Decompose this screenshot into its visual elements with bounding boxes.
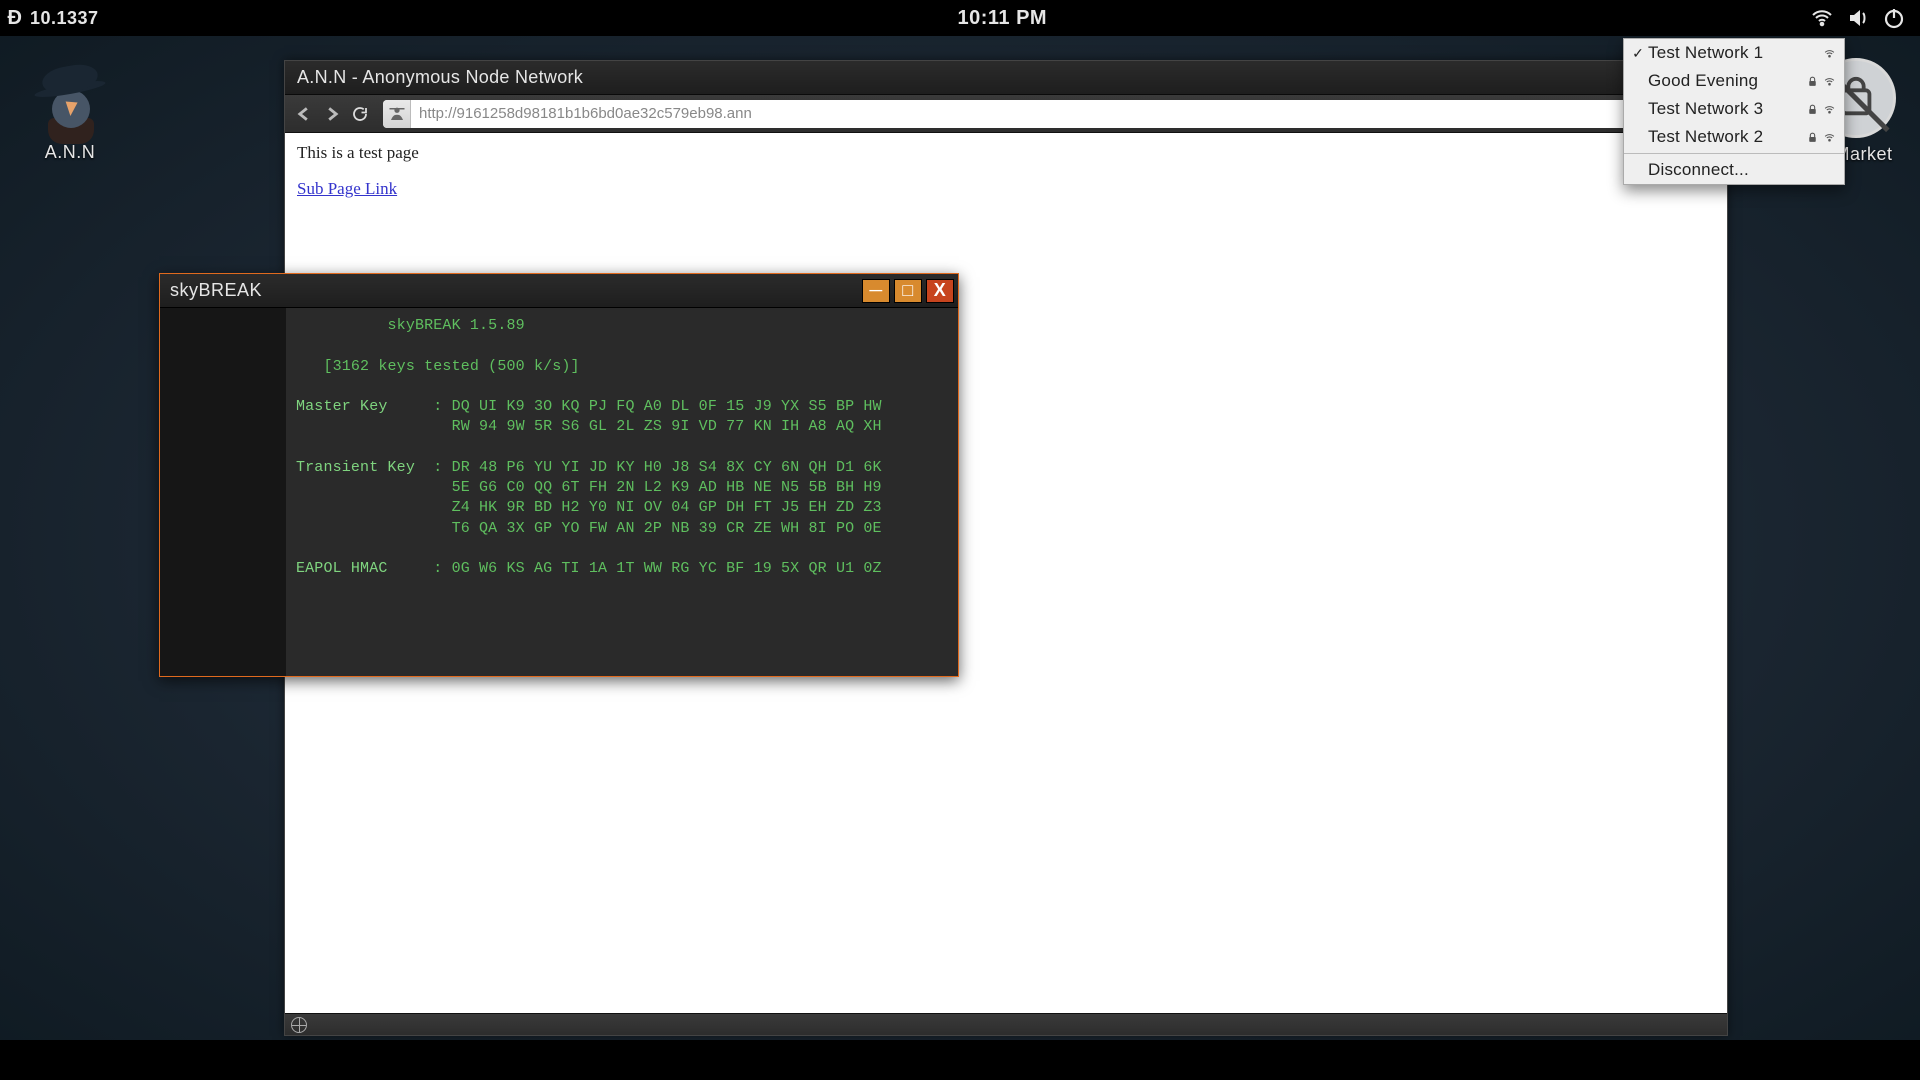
menu-separator — [1624, 153, 1844, 154]
currency-icon: Đ — [0, 7, 30, 30]
check-icon: ✓ — [1630, 45, 1646, 62]
wifi-icon[interactable] — [1810, 6, 1834, 30]
browser-titlebar[interactable]: A.N.N - Anonymous Node Network — [285, 61, 1727, 95]
close-button[interactable]: X — [926, 279, 954, 303]
terminal-gutter — [160, 308, 286, 676]
terminal-titlebar[interactable]: skyBREAK ─ □ X — [160, 274, 958, 308]
wifi-item-2[interactable]: Test Network 3 — [1624, 95, 1844, 123]
wifi-item-1[interactable]: Good Evening — [1624, 67, 1844, 95]
lock-icon — [1806, 131, 1819, 144]
browser-title: A.N.N - Anonymous Node Network — [297, 67, 583, 88]
wifi-item-3[interactable]: Test Network 2 — [1624, 123, 1844, 151]
wifi-dropdown: ✓ Test Network 1 Good Evening Test Netwo… — [1623, 38, 1845, 185]
clock: 10:11 PM — [957, 7, 1047, 30]
wifi-name: Test Network 2 — [1646, 127, 1806, 147]
wifi-name: Test Network 3 — [1646, 99, 1806, 119]
address-bar — [383, 100, 1719, 128]
wifi-item-0[interactable]: ✓ Test Network 1 — [1624, 39, 1844, 67]
signal-icon — [1823, 47, 1836, 60]
lock-icon — [1806, 75, 1819, 88]
wifi-disconnect-label: Disconnect... — [1646, 160, 1836, 180]
signal-icon — [1823, 103, 1836, 116]
volume-icon[interactable] — [1846, 6, 1870, 30]
master-key-label: Master Key — [296, 398, 388, 415]
desktop-icon-ann[interactable]: A.N.N — [20, 56, 120, 163]
system-topbar: Đ 10.1337 10:11 PM — [0, 0, 1920, 36]
lock-icon — [1806, 103, 1819, 116]
nav-back-button[interactable] — [293, 101, 315, 127]
nav-forward-button[interactable] — [321, 101, 343, 127]
terminal-window: skyBREAK ─ □ X skyBREAK 1.5.89 [3162 key… — [159, 273, 959, 677]
globe-icon[interactable] — [291, 1017, 307, 1033]
desktop-icon-ann-label: A.N.N — [20, 142, 120, 163]
transient-key-label: Transient Key — [296, 459, 415, 476]
nav-reload-button[interactable] — [349, 101, 371, 127]
wifi-name: Good Evening — [1646, 71, 1806, 91]
terminal-output[interactable]: skyBREAK 1.5.89 [3162 keys tested (500 k… — [286, 308, 958, 676]
maximize-button[interactable]: □ — [894, 279, 922, 303]
terminal-title: skyBREAK — [170, 280, 262, 301]
signal-icon — [1823, 131, 1836, 144]
sub-page-link[interactable]: Sub Page Link — [297, 179, 397, 199]
eapol-hmac-label: EAPOL HMAC — [296, 560, 388, 577]
browser-statusbar — [285, 1013, 1727, 1035]
signal-icon — [1823, 75, 1836, 88]
balance-value: 10.1337 — [30, 8, 99, 29]
taskbar[interactable] — [0, 1040, 1920, 1080]
wifi-disconnect[interactable]: Disconnect... — [1624, 156, 1844, 184]
power-icon[interactable] — [1882, 6, 1906, 30]
minimize-button[interactable]: ─ — [862, 279, 890, 303]
browser-navbar — [285, 95, 1727, 133]
wifi-name: Test Network 1 — [1646, 43, 1823, 63]
url-input[interactable] — [411, 105, 1719, 122]
spy-avatar-icon — [30, 56, 110, 136]
page-body-text: This is a test page — [297, 143, 1715, 163]
site-identity-icon[interactable] — [383, 100, 411, 128]
